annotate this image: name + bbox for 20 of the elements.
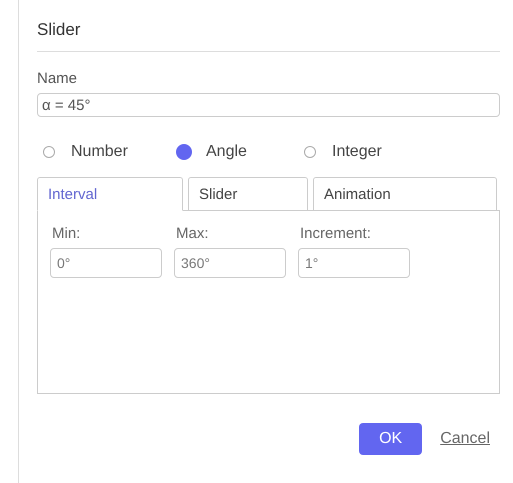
field-label: Increment:: [299, 225, 372, 242]
field-label: Min:: [51, 225, 82, 242]
name-field[interactable]: α = 45°: [37, 93, 500, 117]
radio-label: Integer: [332, 143, 382, 161]
tab[interactable]: Interval: [37, 177, 183, 211]
input-field[interactable]: 360°: [174, 248, 286, 278]
radio-button[interactable]: [43, 146, 55, 158]
input-field[interactable]: 1°: [298, 248, 410, 278]
ok-button[interactable]: OK: [359, 423, 422, 455]
input-field[interactable]: 0°: [50, 248, 162, 278]
field-label: Name: [37, 70, 78, 87]
cancel-link[interactable]: Cancel: [440, 430, 490, 448]
radio-label: Angle: [206, 143, 247, 161]
field-label: Max:: [175, 225, 210, 242]
dialog-title: Slider: [37, 20, 500, 52]
tab[interactable]: Animation: [313, 177, 497, 211]
tab[interactable]: Slider: [188, 177, 308, 211]
radio-button[interactable]: [176, 144, 192, 160]
radio-label: Number: [71, 143, 128, 161]
radio-button[interactable]: [304, 146, 316, 158]
